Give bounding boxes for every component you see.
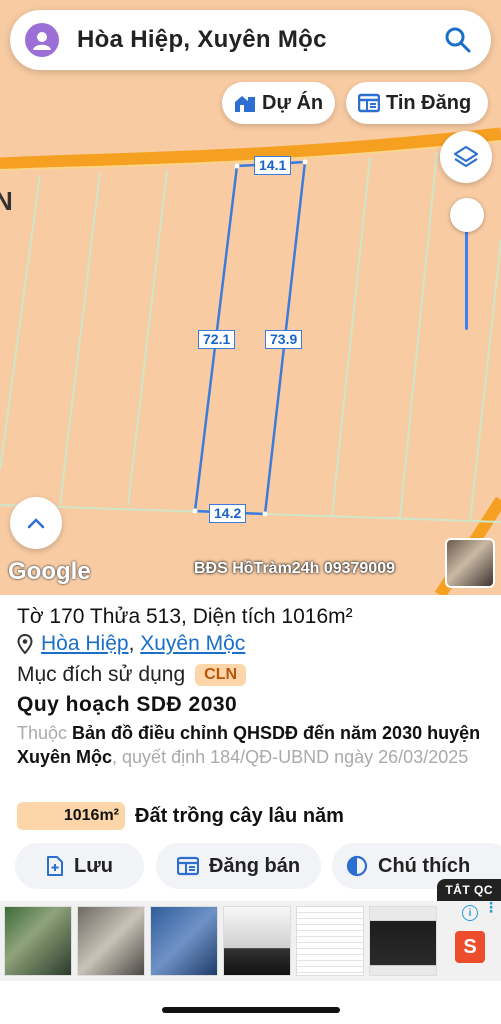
commune-link[interactable]: Hòa Hiệp (41, 632, 129, 656)
listings-icon (358, 93, 380, 113)
ad-product-image[interactable] (296, 906, 364, 976)
chevron-up-icon (27, 518, 45, 529)
ad-banner[interactable]: TẮT QC i ⋮ S (0, 879, 501, 981)
map-view[interactable]: N 14.1 72.1 73.9 14.2 Hòa Hiệp, Xuyên Mộ… (0, 0, 501, 595)
building-icon (235, 96, 255, 112)
ad-product-image[interactable] (223, 906, 291, 976)
land-use-row: Mục đích sử dụng CLN (17, 663, 247, 687)
legend-label: Chú thích (378, 854, 471, 877)
search-input[interactable]: Hòa Hiệp, Xuyên Mộc (77, 26, 443, 54)
post-label: Đăng bán (208, 854, 301, 877)
svg-text:N: N (0, 186, 13, 216)
location-pin-icon (17, 634, 33, 654)
listings-label: Tin Đăng (386, 91, 472, 114)
district-link[interactable]: Xuyên Mộc (140, 632, 245, 656)
parcel-grid (0, 151, 501, 523)
projects-label: Dự Án (262, 91, 324, 114)
dimension-right: 73.9 (265, 330, 303, 349)
land-type-label: Đất trồng cây lâu năm (135, 804, 344, 827)
plan-title: Quy hoạch SDĐ 2030 (17, 693, 238, 716)
projects-button[interactable]: Dự Án (222, 82, 335, 124)
close-ad-button[interactable]: TẮT QC (437, 879, 501, 901)
save-label: Lưu (74, 854, 113, 877)
save-button[interactable]: Lưu (15, 843, 144, 889)
ad-info-icon[interactable]: i (462, 905, 478, 921)
ad-product-image[interactable] (77, 906, 145, 976)
post-for-sale-button[interactable]: Đăng bán (156, 843, 321, 889)
location-separator: , (128, 632, 141, 655)
expand-sheet-button[interactable] (10, 497, 62, 549)
parcel-title: Tờ 170 Thửa 513, Diện tích 1016m² (17, 605, 353, 628)
ad-product-image[interactable] (4, 906, 72, 976)
opacity-slider-thumb[interactable] (450, 198, 484, 232)
land-use-label: Mục đích sử dụng (17, 663, 186, 686)
user-icon (33, 32, 51, 50)
opacity-slider-track[interactable] (465, 216, 468, 330)
ad-product-image[interactable] (150, 906, 218, 976)
land-use-badge: CLN (195, 664, 247, 686)
map-watermark: BĐS HồTràm24h 09379009 (194, 560, 395, 577)
layers-button[interactable] (440, 131, 492, 183)
plan-prefix: Thuộc (17, 723, 73, 743)
listings-button[interactable]: Tin Đăng (346, 82, 488, 124)
land-type-row: 1016m² Đất trồng cây lâu năm (17, 802, 344, 830)
avatar[interactable] (25, 23, 59, 57)
dimension-left: 72.1 (198, 330, 236, 349)
home-indicator[interactable] (162, 1007, 340, 1013)
plan-decision: , quyết định 184/QĐ-UBND ngày 26/03/2025 (112, 747, 469, 767)
street-photo-thumbnail[interactable] (445, 538, 495, 588)
google-logo: Google (8, 558, 91, 585)
shopee-bag-icon[interactable]: S (455, 931, 485, 963)
ad-product-image[interactable] (369, 906, 437, 976)
dimension-top: 14.1 (254, 156, 292, 175)
plan-description: Thuộc Bản đồ điều chỉnh QHSDĐ đến năm 20… (17, 721, 487, 769)
parcel-location: Hòa Hiệp , Xuyên Mộc (17, 632, 245, 656)
dimension-bottom: 14.2 (209, 504, 247, 523)
contrast-icon (346, 855, 368, 877)
listings-icon (176, 856, 199, 876)
layers-icon (453, 145, 479, 168)
search-icon[interactable] (443, 25, 473, 55)
ad-more-icon[interactable]: ⋮ (484, 900, 498, 914)
add-document-icon (47, 856, 64, 876)
area-badge: 1016m² (17, 802, 125, 830)
search-bar[interactable]: Hòa Hiệp, Xuyên Mộc (10, 10, 491, 70)
